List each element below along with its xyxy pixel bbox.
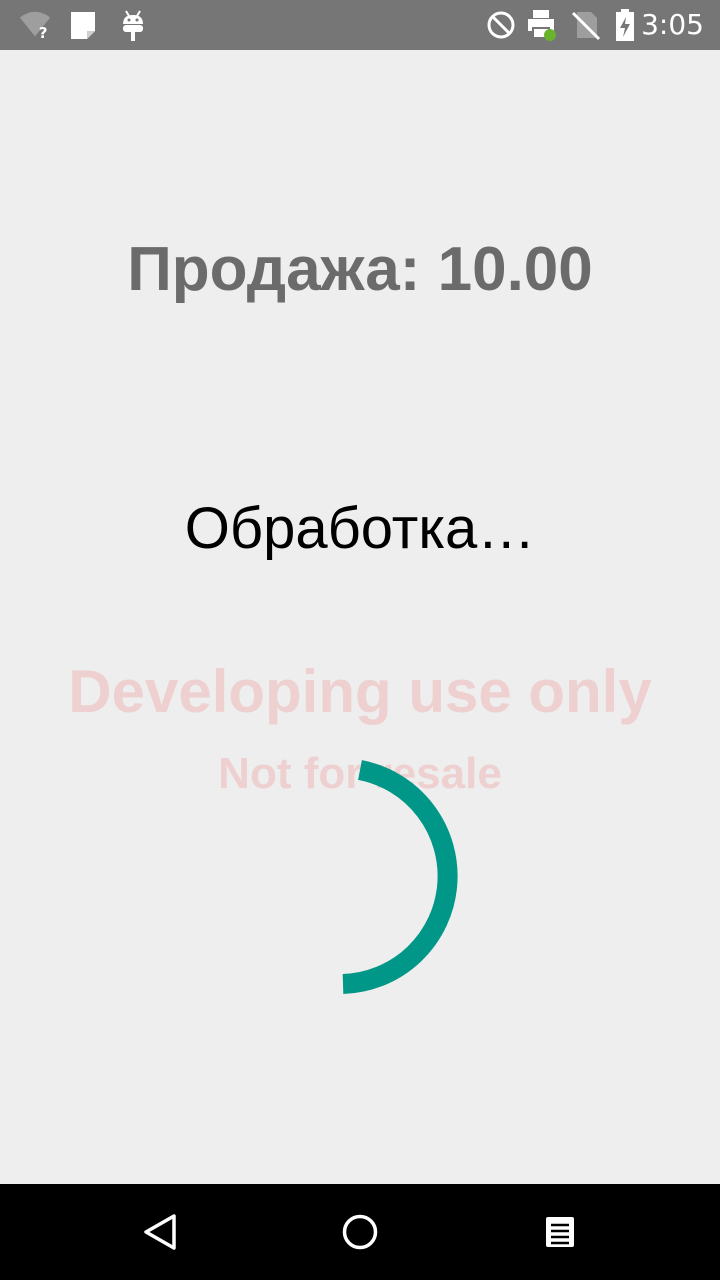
watermark-line-1: Developing use only — [68, 658, 652, 725]
recents-icon[interactable] — [524, 1204, 596, 1260]
status-bar: ? 3:05 — [0, 0, 720, 50]
wifi-unknown-icon: ? — [18, 9, 52, 41]
back-icon[interactable] — [124, 1204, 196, 1260]
home-icon[interactable] — [324, 1204, 396, 1260]
loading-spinner — [342, 760, 458, 994]
processing-label: Обработка… — [184, 496, 536, 561]
battery-charging-icon — [608, 9, 642, 41]
status-time: 3:05 — [641, 8, 704, 41]
android-debug-icon — [116, 9, 150, 41]
sale-amount-title: Продажа: 10.00 — [127, 235, 593, 304]
no-sim-icon — [568, 9, 602, 41]
navigation-bar — [0, 1184, 720, 1280]
clipboard-icon — [66, 9, 100, 41]
printer-icon — [524, 9, 558, 41]
svg-text:?: ? — [39, 24, 48, 41]
do-not-disturb-icon — [484, 9, 518, 41]
screen: ? 3:05 Продажа: 10.00 Обработка… Develop… — [0, 0, 720, 1280]
